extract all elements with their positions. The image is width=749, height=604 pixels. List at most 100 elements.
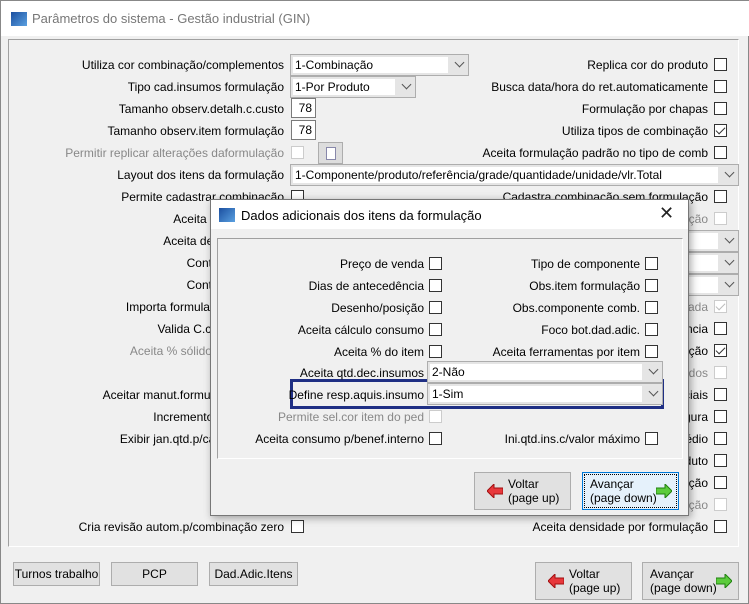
dialog-title: Dados adicionais dos itens da formulação	[241, 208, 482, 223]
chevron-down-icon	[724, 277, 735, 288]
dialog-avancar-button[interactable]: Avançar (page down)	[582, 472, 679, 510]
avancar-label: Avançar	[650, 567, 694, 581]
right-option-checkbox[interactable]	[714, 366, 727, 379]
dialog-option-checkbox[interactable]	[429, 345, 442, 358]
replicar-checkbox[interactable]	[291, 146, 304, 159]
chevron-down-icon	[724, 167, 735, 178]
avancar-sub: (page down)	[590, 491, 657, 505]
arrow-right-icon	[656, 484, 672, 498]
right-option-checkbox[interactable]	[714, 212, 727, 225]
voltar-label: Voltar	[508, 477, 539, 491]
right-option-checkbox[interactable]	[714, 388, 727, 401]
consumo-checkbox[interactable]	[429, 432, 442, 445]
dialog-option-label: Aceita cálculo consumo	[297, 323, 424, 337]
replicar-config-button[interactable]	[318, 142, 343, 164]
app-icon	[11, 12, 27, 26]
right-option-checkbox[interactable]	[714, 190, 727, 203]
right-option-checkbox[interactable]	[714, 432, 727, 445]
right-option-label: Replica cor do produto	[587, 58, 708, 72]
chevron-down-icon	[648, 386, 659, 397]
replicar-label: Permitir replicar alterações daformulaçã…	[65, 146, 284, 160]
right-option-checkbox[interactable]	[714, 58, 727, 71]
right-option-label: Aceita densidade por formulação	[532, 520, 708, 534]
arrow-left-icon	[548, 574, 564, 588]
right-option-checkbox[interactable]	[714, 410, 727, 423]
chevron-down-icon	[724, 255, 735, 266]
arrow-right-icon	[716, 574, 732, 588]
voltar-sub: (page up)	[508, 491, 560, 505]
right-option-checkbox[interactable]	[714, 124, 727, 137]
tam2-input[interactable]: 78	[291, 120, 316, 140]
chevron-down-icon	[454, 57, 465, 68]
chevron-down-icon	[401, 79, 412, 90]
check-icon	[715, 344, 726, 355]
dialog-option-label: Desenho/posição	[331, 301, 424, 315]
dados-adicionais-dialog: Dados adicionais dos itens da formulação…	[210, 199, 689, 516]
dialog-option-checkbox[interactable]	[429, 301, 442, 314]
dialog-voltar-button[interactable]: Voltar (page up)	[474, 472, 571, 510]
checklist-icon	[325, 147, 336, 160]
layout-select[interactable]: 1-Componente/produto/referência/grade/qu…	[290, 164, 739, 186]
dialog-option-label: Aceita ferramentas por item	[492, 345, 640, 359]
title-bar: Parâmetros do sistema - Gestão industria…	[1, 1, 749, 36]
voltar-label: Voltar	[569, 567, 600, 581]
dad-adic-itens-button[interactable]: Dad.Adic.Itens	[209, 562, 298, 586]
layout-label: Layout dos itens da formulação	[117, 168, 284, 182]
right-option-checkbox[interactable]	[714, 146, 727, 159]
ini-label: Ini.qtd.ins.c/valor máximo	[504, 432, 640, 446]
ini-checkbox[interactable]	[645, 432, 658, 445]
right-option-label: Aceita formulação padrão no tipo de comb	[482, 146, 708, 160]
tam2-label: Tamanho observ.item formulação	[107, 124, 284, 138]
right-option-label: Formulação por chapas	[581, 102, 708, 116]
permite-checkbox[interactable]	[429, 410, 442, 423]
resp-select[interactable]: 1-Sim	[427, 383, 663, 405]
check-icon	[715, 124, 726, 135]
right-option-checkbox[interactable]	[714, 102, 727, 115]
right-option-label: Utiliza tipos de combinação	[561, 124, 708, 138]
dialog-option-label: Preço de venda	[339, 257, 424, 271]
qtd-label: Aceita qtd.dec.insumos	[299, 366, 424, 380]
permite-label: Permite sel.cor item do ped	[277, 410, 424, 424]
voltar-sub: (page up)	[569, 581, 621, 595]
dialog-option-label: Aceita % do item	[333, 345, 424, 359]
right-option-checkbox[interactable]	[714, 520, 727, 533]
dialog-option-label: Obs.componente comb.	[512, 301, 640, 315]
avancar-sub: (page down)	[650, 581, 717, 595]
dialog-option-label: Dias de antecedência	[308, 279, 424, 293]
right-option-checkbox[interactable]	[714, 300, 727, 313]
dialog-option-checkbox[interactable]	[645, 345, 658, 358]
right-option-checkbox[interactable]	[714, 498, 727, 511]
dialog-option-label: Tipo de componente	[531, 257, 640, 271]
tam1-input[interactable]: 78	[291, 98, 316, 118]
chevron-down-icon	[724, 233, 735, 244]
close-icon[interactable]: ✕	[659, 203, 674, 224]
arrow-left-icon	[487, 484, 503, 498]
dialog-option-checkbox[interactable]	[645, 257, 658, 270]
voltar-button[interactable]: Voltar (page up)	[535, 562, 632, 600]
dialog-option-checkbox[interactable]	[429, 257, 442, 270]
dialog-option-checkbox[interactable]	[645, 323, 658, 336]
turnos-trabalho-button[interactable]: Turnos trabalho	[13, 562, 100, 586]
pcp-button[interactable]: PCP	[111, 562, 198, 586]
right-option-checkbox[interactable]	[714, 80, 727, 93]
right-option-checkbox[interactable]	[714, 322, 727, 335]
dialog-title-bar: Dados adicionais dos itens da formulação…	[211, 200, 688, 229]
tam1-label: Tamanho observ.detalh.c.custo	[118, 102, 284, 116]
cor-select[interactable]: 1-Combinação	[290, 54, 469, 76]
dialog-option-checkbox[interactable]	[645, 301, 658, 314]
right-option-checkbox[interactable]	[714, 454, 727, 467]
avancar-button[interactable]: Avançar (page down)	[642, 562, 739, 600]
qtd-select[interactable]: 2-Não	[427, 361, 663, 383]
dialog-option-checkbox[interactable]	[429, 279, 442, 292]
tipo-select[interactable]: 1-Por Produto	[290, 76, 416, 98]
dialog-option-checkbox[interactable]	[645, 279, 658, 292]
right-option-label: Busca data/hora do ret.automaticamente	[491, 80, 708, 94]
check-icon	[715, 300, 726, 311]
dialog-option-checkbox[interactable]	[429, 323, 442, 336]
cor-label: Utiliza cor combinação/complementos	[81, 58, 284, 72]
left-option-checkbox[interactable]	[291, 520, 304, 533]
dialog-option-label: Foco bot.dad.adic.	[541, 323, 640, 337]
right-option-checkbox[interactable]	[714, 476, 727, 489]
tipo-label: Tipo cad.insumos formulação	[127, 80, 284, 94]
right-option-checkbox[interactable]	[714, 344, 727, 357]
